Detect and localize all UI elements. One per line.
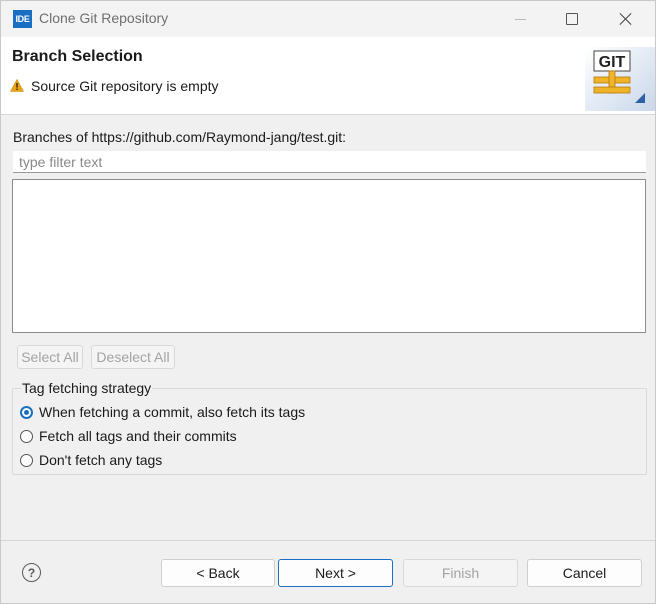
- git-logo-icon: GIT: [585, 47, 655, 111]
- finish-button[interactable]: Finish: [403, 559, 518, 587]
- maximize-icon: [566, 13, 578, 25]
- radio-label: Don't fetch any tags: [39, 452, 163, 468]
- radio-selected-icon[interactable]: [20, 405, 33, 419]
- deselect-all-button[interactable]: Deselect All: [91, 345, 175, 369]
- radio-label: Fetch all tags and their commits: [39, 428, 237, 444]
- close-button[interactable]: [603, 5, 649, 33]
- select-all-button[interactable]: Select All: [17, 345, 83, 369]
- radio-label: When fetching a commit, also fetch its t…: [39, 404, 306, 420]
- clone-git-repository-dialog: IDE Clone Git Repository Branch Selectio…: [0, 0, 656, 604]
- footer-divider: [1, 540, 655, 541]
- title-bar[interactable]: IDE Clone Git Repository: [1, 1, 655, 37]
- page-title: Branch Selection: [12, 48, 143, 65]
- minimize-icon: [514, 18, 526, 20]
- ide-app-icon: IDE: [13, 10, 32, 28]
- warning-icon: [10, 79, 24, 92]
- radio-fetch-all-tags[interactable]: Fetch all tags and their commits: [20, 428, 237, 444]
- tag-fetching-strategy-legend: Tag fetching strategy: [21, 380, 153, 396]
- window-title: Clone Git Repository: [39, 10, 169, 26]
- branches-label: Branches of https://github.com/Raymond-j…: [13, 129, 347, 145]
- radio-unselected-icon[interactable]: [20, 429, 33, 443]
- cancel-button[interactable]: Cancel: [527, 559, 642, 587]
- close-icon: [619, 12, 633, 26]
- radio-unselected-icon[interactable]: [20, 453, 33, 467]
- branch-filter-input[interactable]: [13, 151, 646, 173]
- radio-fetch-commit-tags[interactable]: When fetching a commit, also fetch its t…: [20, 404, 305, 420]
- help-icon[interactable]: ?: [22, 563, 41, 582]
- maximize-button[interactable]: [549, 5, 595, 33]
- next-button[interactable]: Next >: [278, 559, 393, 587]
- minimize-button[interactable]: [497, 5, 543, 33]
- radio-dont-fetch-tags[interactable]: Don't fetch any tags: [20, 452, 162, 468]
- status-message: Source Git repository is empty: [31, 78, 219, 94]
- back-button[interactable]: < Back: [161, 559, 275, 587]
- branch-list[interactable]: [12, 179, 646, 333]
- git-logo-text: GIT: [599, 54, 626, 71]
- wizard-header: Branch Selection Source Git repository i…: [1, 37, 655, 115]
